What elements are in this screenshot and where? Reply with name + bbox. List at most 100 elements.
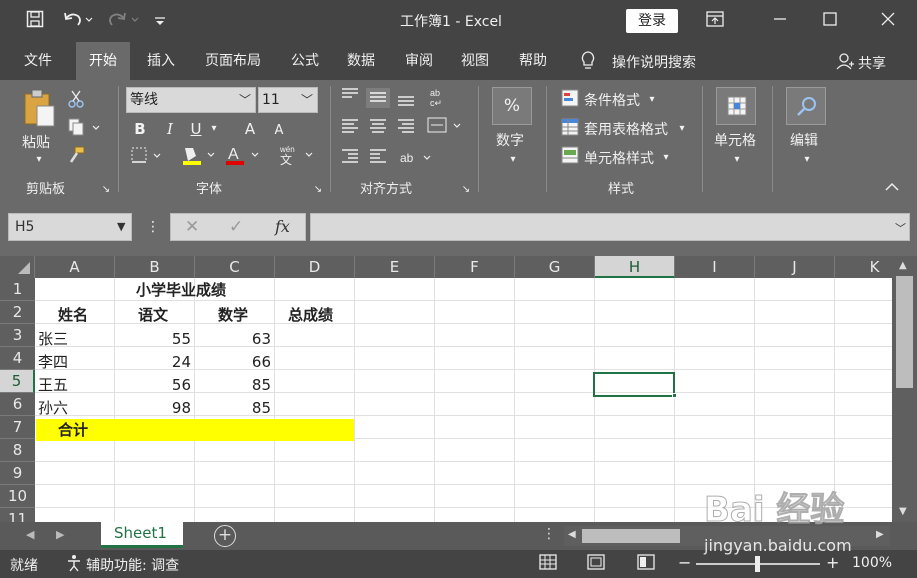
- scroll-right-icon[interactable]: ▶: [876, 529, 884, 540]
- fill-handle[interactable]: [672, 393, 677, 398]
- cut-icon[interactable]: [66, 90, 86, 113]
- redo-icon[interactable]: [106, 10, 142, 33]
- format-as-table-icon[interactable]: [560, 118, 580, 141]
- cell-name[interactable]: 张三: [38, 328, 68, 351]
- column-header[interactable]: G: [515, 256, 595, 278]
- cell-name[interactable]: 王五: [38, 374, 68, 397]
- copy-icon[interactable]: [66, 118, 104, 141]
- cell-score[interactable]: 66: [196, 351, 271, 374]
- row-header[interactable]: 10: [0, 485, 35, 508]
- tab-formulas[interactable]: 公式: [280, 42, 330, 80]
- undo-icon[interactable]: [60, 10, 96, 33]
- cell-score[interactable]: 85: [196, 397, 271, 420]
- alignment-launcher-icon[interactable]: ↘: [460, 180, 472, 200]
- header-chinese[interactable]: 语文: [138, 304, 168, 327]
- vertical-scroll-thumb[interactable]: [896, 276, 913, 388]
- collapse-ribbon-icon[interactable]: [882, 178, 902, 198]
- tab-view[interactable]: 视图: [450, 42, 500, 80]
- column-header[interactable]: A: [35, 256, 115, 278]
- row-header[interactable]: 8: [0, 439, 35, 462]
- sheet-tab-active[interactable]: Sheet1: [101, 522, 183, 548]
- cell-score[interactable]: 98: [116, 397, 191, 420]
- total-label[interactable]: 合计: [58, 419, 88, 442]
- selected-cell-h5[interactable]: [593, 372, 675, 397]
- borders-icon[interactable]: [130, 146, 164, 169]
- zoom-out-button[interactable]: −: [678, 553, 691, 572]
- number-label[interactable]: 数字: [496, 130, 524, 150]
- cells-label[interactable]: 单元格: [714, 130, 756, 150]
- select-all-corner[interactable]: [0, 256, 35, 278]
- column-header[interactable]: H: [595, 256, 675, 278]
- add-sheet-icon[interactable]: +: [214, 525, 236, 547]
- insert-function-icon[interactable]: fx: [275, 217, 290, 236]
- cell-score[interactable]: 24: [116, 351, 191, 374]
- zoom-in-button[interactable]: +: [826, 553, 839, 572]
- column-header[interactable]: J: [755, 256, 835, 278]
- font-color-icon[interactable]: A: [224, 144, 264, 171]
- column-header[interactable]: F: [435, 256, 515, 278]
- increase-font-button[interactable]: A: [240, 119, 260, 139]
- column-header[interactable]: B: [115, 256, 195, 278]
- share-button[interactable]: 共享: [858, 53, 886, 73]
- conditional-format-icon[interactable]: [560, 89, 580, 112]
- decrease-font-button[interactable]: A: [270, 121, 288, 141]
- column-header[interactable]: E: [355, 256, 435, 278]
- column-header[interactable]: C: [195, 256, 275, 278]
- page-break-view-icon[interactable]: [636, 553, 656, 576]
- cells-dropdown-icon[interactable]: ▾: [730, 150, 744, 170]
- font-size-combo[interactable]: 11 ﹀: [258, 87, 318, 113]
- tell-me-search[interactable]: 操作说明搜索: [612, 52, 696, 72]
- tab-review[interactable]: 审阅: [394, 42, 444, 80]
- name-box[interactable]: H5 ▼: [8, 213, 132, 241]
- expand-formula-icon[interactable]: ﹀: [895, 220, 906, 236]
- editing-dropdown-icon[interactable]: ▾: [800, 150, 814, 170]
- normal-view-icon[interactable]: [538, 553, 558, 576]
- editing-label[interactable]: 编辑: [790, 130, 818, 150]
- save-icon[interactable]: [24, 10, 46, 33]
- enter-icon[interactable]: ✓: [229, 217, 243, 237]
- fill-color-icon[interactable]: [180, 144, 220, 171]
- format-as-table-button[interactable]: 套用表格格式: [584, 119, 668, 139]
- paste-button[interactable]: 粘贴: [22, 132, 50, 152]
- row-header[interactable]: 1: [0, 278, 35, 301]
- row-header[interactable]: 9: [0, 462, 35, 485]
- row-header[interactable]: 6: [0, 393, 35, 416]
- scroll-up-icon[interactable]: ▲: [899, 260, 907, 271]
- paste-icon[interactable]: [22, 88, 56, 128]
- zoom-level[interactable]: 100%: [852, 555, 892, 571]
- more-options-icon[interactable]: ⋮: [146, 217, 160, 237]
- row-header[interactable]: 5: [0, 370, 35, 393]
- vertical-scrollbar[interactable]: ▲ ▼: [892, 256, 917, 522]
- horizontal-scrollbar[interactable]: ◀ ▶: [564, 526, 890, 546]
- row-header[interactable]: 4: [0, 347, 35, 370]
- row-header[interactable]: 2: [0, 301, 35, 324]
- tab-file[interactable]: 文件: [12, 42, 64, 80]
- cell-score[interactable]: 55: [116, 328, 191, 351]
- row-header[interactable]: 3: [0, 324, 35, 347]
- column-header[interactable]: I: [675, 256, 755, 278]
- font-launcher-icon[interactable]: ↘: [312, 180, 324, 200]
- scroll-down-icon[interactable]: ▼: [899, 506, 907, 517]
- cell-name[interactable]: 李四: [38, 351, 68, 374]
- paste-dropdown-icon[interactable]: ▾: [32, 150, 46, 170]
- cancel-icon[interactable]: ✕: [185, 217, 199, 237]
- cell-score[interactable]: 56: [116, 374, 191, 397]
- login-button[interactable]: 登录: [626, 9, 678, 33]
- cell-styles-button[interactable]: 单元格样式: [584, 148, 654, 168]
- bold-button[interactable]: B: [130, 119, 150, 139]
- number-format-button[interactable]: %: [492, 87, 532, 125]
- tab-home[interactable]: 开始: [76, 42, 130, 80]
- underline-button[interactable]: U: [186, 119, 206, 139]
- cells-button-frame[interactable]: [716, 87, 756, 125]
- italic-button[interactable]: I: [160, 119, 180, 139]
- zoom-slider-thumb[interactable]: [755, 556, 760, 572]
- maximize-icon[interactable]: [820, 11, 840, 32]
- page-layout-view-icon[interactable]: [586, 553, 606, 576]
- accessibility-icon[interactable]: [64, 554, 84, 577]
- horizontal-scroll-thumb[interactable]: [582, 529, 680, 543]
- scroll-left-icon[interactable]: ◀: [568, 529, 576, 540]
- underline-dropdown-icon[interactable]: ▾: [208, 119, 220, 139]
- alignment-icons[interactable]: ab c↵ ab: [338, 86, 468, 174]
- tab-data[interactable]: 数据: [336, 42, 386, 80]
- phonetic-guide-icon[interactable]: wén 文: [278, 144, 318, 171]
